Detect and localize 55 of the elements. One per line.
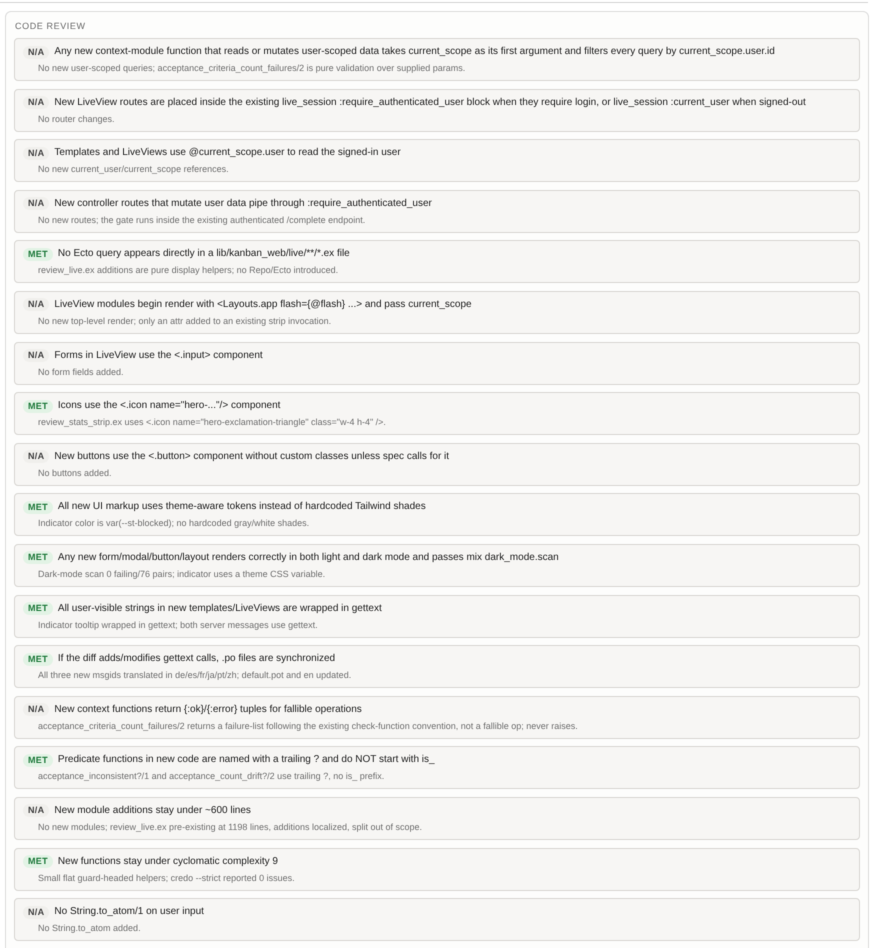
status-badge: N/A (23, 146, 50, 160)
criterion-text: New functions stay under cyclomatic complexity 9 (58, 854, 278, 868)
criterion-text: New controller routes that mutate user data pipe through :require_authenticated_user (54, 196, 432, 211)
review-note: Dark-mode scan 0 failing/76 pairs; indicator uses a theme CSS variable. (38, 568, 326, 580)
review-note: No new current_user/current_scope references. (38, 163, 230, 176)
criterion-text: Icons use the <.icon name="hero-..."/> component (58, 399, 280, 414)
status-badge: MET (23, 400, 53, 413)
review-note: No router changes. (38, 112, 116, 125)
criterion-text: New buttons use the <.button> component without custom classes unless spec calls for it (54, 450, 450, 464)
status-badge: N/A (23, 450, 50, 464)
status-badge: N/A (23, 46, 50, 58)
criterion-text: New context functions return {:ok}/{:error} tuples for fallible operations (54, 702, 362, 717)
review-note: acceptance_criteria_count_failures/2 returns a failure-list following the existing check-function convention, not a fallible op; never raises. (38, 720, 579, 732)
status-badge: MET (23, 652, 53, 666)
criterion-text: All user-visible strings in new templates/LiveViews are wrapped in gettext (58, 602, 382, 616)
criterion-text: Forms in LiveView use the <.input> component (54, 348, 263, 363)
status-badge: MET (23, 500, 53, 514)
review-note: Indicator tooltip wrapped in gettext; both server messages use gettext. (38, 618, 319, 631)
review-note: No new user-scoped queries; acceptance_criteria_count_failures/2 is pure validation over supplied params. (38, 62, 466, 74)
review-note: All three new msgids translated in de/es/fr/ja/pt/zh; default.pot and en updated. (38, 669, 352, 682)
criterion-text: All new UI markup uses theme-aware tokens instead of hardcoded Tailwind shades (58, 500, 426, 514)
review-note: Indicator color is var(--st-blocked); no hardcoded gray/white shades. (38, 517, 310, 530)
criterion-text: Any new context-module function that reads or mutates user-scoped data takes current_scope as its first argument and filters every query by current_scope.user.id (54, 45, 775, 59)
review-note: review_live.ex additions are pure display helpers; no Repo/Ecto introduced. (38, 264, 340, 276)
review-note: No new routes; the gate runs inside the existing authenticated /complete endpoint. (38, 214, 366, 226)
status-badge: MET (23, 551, 53, 564)
criterion-text: Templates and LiveViews use @current_scope.user to read the signed-in user (54, 146, 401, 160)
criterion-text: If the diff adds/modifies gettext calls, .po files are synchronized (58, 652, 336, 666)
review-note: No new modules; review_live.ex pre-existing at 1198 lines, additions localized, split out of scope. (38, 820, 424, 833)
status-badge: MET (23, 602, 53, 616)
status-badge: N/A (23, 197, 50, 210)
criterion-text: Any new form/modal/button/layout renders correctly in both light and dark mode and passes mix dark_mode.scan (58, 550, 559, 565)
review-note: Small flat guard-headed helpers; credo --strict reported 0 issues. (38, 872, 296, 884)
status-badge: N/A (23, 703, 50, 716)
criterion-text: New module additions stay under ~600 lines (54, 804, 251, 818)
review-note: No form fields added. (38, 366, 125, 378)
section-heading: CODE REVIEW (15, 20, 86, 32)
criterion-text: Predicate functions in new code are named with a trailing ? and do NOT start with is_ (58, 753, 435, 768)
criterion-text: No Ecto query appears directly in a lib/kanban_web/live/**/*.ex file (58, 247, 350, 262)
status-badge: MET (23, 754, 53, 767)
status-badge: N/A (23, 96, 50, 110)
status-badge: MET (23, 248, 53, 261)
review-note: acceptance_inconsistent?/1 and acceptance_count_drift?/2 use trailing ?, no is_ prefix. (38, 770, 386, 782)
status-badge: MET (23, 855, 53, 868)
criterion-text: No String.to_atom/1 on user input (54, 905, 204, 920)
review-note: review_stats_strip.ex uses <.icon name="hero-exclamation-triangle" class="w-4 h-4" />. (38, 416, 387, 428)
review-note: No String.to_atom added. (38, 922, 142, 934)
review-note: No buttons added. (38, 466, 113, 479)
criterion-text: LiveView modules begin render with <Layouts.app flash={@flash} ...> and pass current_scope (54, 298, 472, 312)
status-badge: N/A (23, 906, 50, 919)
status-badge: N/A (23, 804, 50, 818)
status-badge: N/A (23, 349, 50, 362)
review-note: No new top-level render; only an attr added to an existing strip invocation. (38, 314, 332, 327)
criterion-text: New LiveView routes are placed inside the existing live_session :require_authenticated_user block when they require login, or live_session :current_user when signed-out (54, 96, 806, 110)
status-badge: N/A (23, 298, 50, 312)
